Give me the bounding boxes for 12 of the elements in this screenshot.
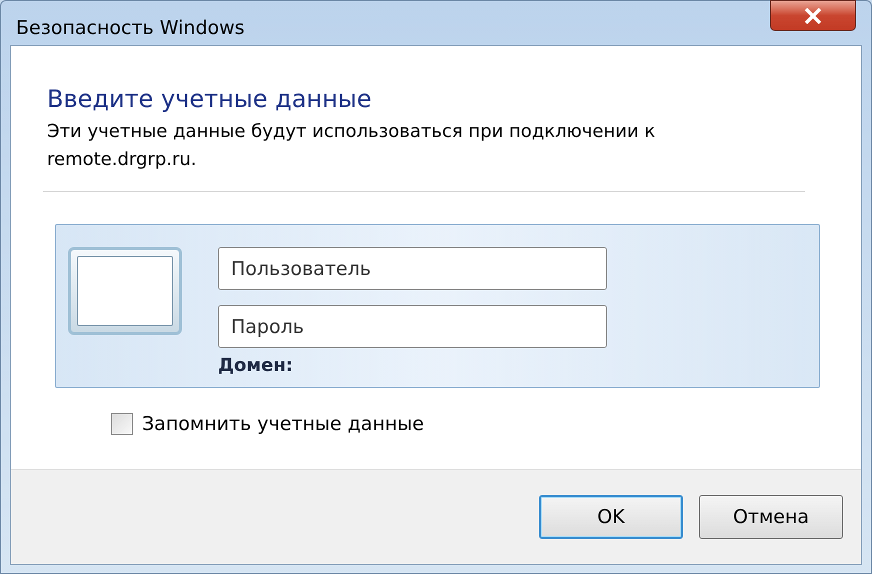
close-button[interactable] <box>770 0 856 31</box>
input-field[interactable]: Пароль <box>218 305 607 348</box>
dialog-button[interactable]: Отмена <box>699 495 843 539</box>
dialog-button[interactable]: OK <box>539 495 683 539</box>
window-title: Безопасность Windows <box>16 16 245 41</box>
input-field[interactable]: Пользователь <box>218 247 607 290</box>
dialog-description: Эти учетные данные будут использоваться при подключении к remote.drgrp.ru. <box>47 120 656 172</box>
checkbox-label: Запомнить учетные данные <box>142 412 424 437</box>
checkbox[interactable] <box>111 413 133 436</box>
dialog-heading: Введите учетные данные <box>47 84 373 114</box>
close-icon <box>804 8 822 24</box>
domain-label: Домен: <box>218 354 294 378</box>
